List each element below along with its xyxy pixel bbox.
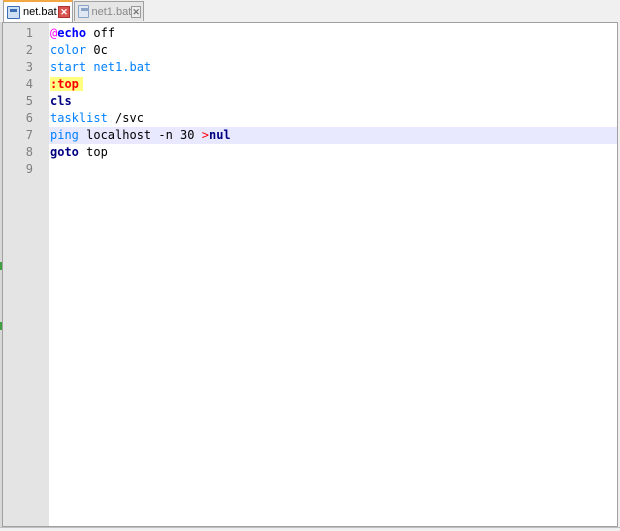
line-number: 9 (3, 161, 33, 178)
code-token: tasklist (50, 111, 108, 125)
tab-label: net.bat (23, 6, 57, 18)
code-token: off (86, 26, 116, 40)
code-token: > (201, 128, 209, 142)
gutter-margin (33, 76, 49, 93)
gutter-margin (33, 93, 49, 110)
line-number: 2 (3, 42, 33, 59)
line-number: 4 (3, 76, 33, 93)
close-icon[interactable]: ✕ (58, 6, 70, 18)
code-line[interactable]: 8 goto top (3, 144, 617, 161)
code-line[interactable]: 2 color 0c (3, 42, 617, 59)
tab-bar: net.bat ✕ net1.bat ✕ (0, 0, 620, 22)
line-number: 7 (3, 127, 33, 144)
line-code: goto top (50, 144, 108, 161)
line-code: color 0c (50, 42, 108, 59)
gutter-margin (33, 161, 49, 178)
line-code: cls (50, 93, 72, 110)
gutter-margin (33, 25, 49, 42)
code-line[interactable]: 7 ping localhost -n 30 >nul (3, 127, 617, 144)
line-code: start net1.bat (50, 59, 151, 76)
line-code: ping localhost -n 30 >nul (50, 127, 231, 144)
code-line[interactable]: 1 @echo off (3, 25, 617, 42)
line-code: :top (50, 76, 83, 93)
code-token: ping (50, 128, 79, 142)
tab-label: net1.bat (91, 5, 132, 18)
code-line[interactable]: 3 start net1.bat (3, 59, 617, 76)
line-number: 1 (3, 25, 33, 42)
line-number: 3 (3, 59, 33, 76)
code-editor[interactable]: 1 @echo off 2 color 0c 3 start net1.bat 4 :top 5… (2, 22, 618, 527)
gutter-margin (33, 42, 49, 59)
status-strip (0, 527, 620, 531)
code-token: color (50, 43, 87, 57)
code-line[interactable]: 5 cls (3, 93, 617, 110)
line-number: 6 (3, 110, 33, 127)
code-token: echo (57, 26, 87, 40)
code-token: net1.bat (86, 60, 152, 74)
line-code: @echo off (50, 25, 115, 42)
code-token: goto (50, 145, 79, 159)
line-number: 5 (3, 93, 33, 110)
code-token: cls (50, 94, 72, 108)
code-token: nul (208, 128, 231, 142)
line-number: 8 (3, 144, 33, 161)
file-icon (78, 5, 89, 18)
file-icon (7, 5, 20, 19)
code-token: 0c (86, 43, 108, 57)
code-token: :top (50, 77, 83, 91)
code-token: /svc (107, 111, 144, 125)
tab-net-bat[interactable]: net.bat ✕ (3, 0, 73, 22)
code-token: start (50, 60, 87, 74)
tab-net1-bat[interactable]: net1.bat ✕ (74, 1, 144, 21)
code-token: top (78, 145, 108, 159)
line-code: tasklist /svc (50, 110, 144, 127)
code-line[interactable]: 9 (3, 161, 617, 178)
gutter-margin (33, 110, 49, 127)
code-line[interactable]: 6 tasklist /svc (3, 110, 617, 127)
gutter-margin (33, 59, 49, 76)
close-icon[interactable]: ✕ (131, 5, 141, 18)
code-token: localhost -n 30 (78, 128, 202, 142)
gutter-margin (33, 144, 49, 161)
gutter-margin (33, 127, 49, 144)
code-line[interactable]: 4 :top (3, 76, 617, 93)
